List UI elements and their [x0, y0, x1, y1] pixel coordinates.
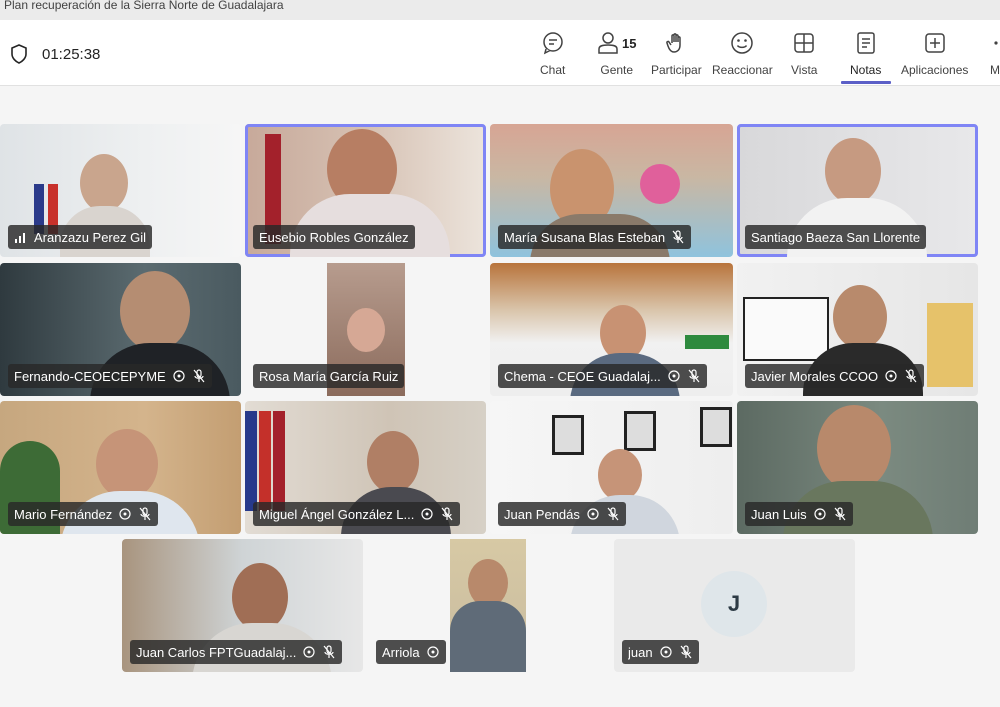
raise-hand-label: Participar [651, 63, 702, 77]
add-apps-icon [924, 33, 945, 53]
hand-icon [666, 33, 682, 53]
more-button[interactable]: M [990, 30, 1000, 77]
participant-name: Miguel Ángel González L... [259, 506, 415, 522]
share-status-icon [659, 646, 672, 658]
participant-name-tag: Aranzazu Perez Gil [8, 225, 152, 249]
smiley-icon [731, 32, 754, 54]
participant-name-tag: Rosa María García Ruiz [253, 364, 405, 388]
participant-name-tag: Javier Morales CCOO [745, 364, 925, 388]
participant-name: Aranzazu Perez Gil [34, 229, 146, 245]
participant-name: Arriola [382, 644, 420, 660]
participant-name-tag: Juan Luis [745, 502, 853, 526]
signal-bars-icon [15, 233, 25, 243]
mic-muted-icon [139, 507, 151, 521]
window-title: Plan recuperación de la Sierra Norte de … [0, 0, 1000, 20]
participant-name-tag: Eusebio Robles González [253, 225, 415, 249]
video-gallery: Aranzazu Perez Gil Eusebio Robles Gonzál… [0, 86, 1000, 707]
participant-name-tag: Juan Carlos FPTGuadalaj... [130, 640, 343, 664]
participant-name-tag: María Susana Blas Esteban [498, 225, 692, 249]
video-tile[interactable]: J juan [614, 539, 855, 672]
mic-muted-icon [193, 369, 205, 383]
participant-name: juan [628, 644, 653, 660]
mic-muted-icon [672, 230, 684, 244]
notes-icon [856, 32, 875, 54]
view-label: Vista [791, 63, 818, 77]
video-tile[interactable]: Fernando-CEOECEPYME [0, 263, 241, 396]
share-status-icon [885, 370, 897, 382]
video-tile[interactable]: Rosa María García Ruiz [245, 263, 486, 396]
share-status-icon [668, 370, 680, 382]
video-tile[interactable]: Mario Fernández [0, 401, 241, 534]
chat-icon [542, 32, 563, 55]
share-status-icon [119, 508, 131, 520]
react-label: Reaccionar [712, 63, 773, 77]
grid-view-icon [794, 33, 814, 53]
share-status-icon [303, 646, 316, 658]
share-status-icon [426, 646, 439, 658]
mic-muted-icon [441, 507, 453, 521]
share-status-icon [173, 370, 185, 382]
apps-label: Aplicaciones [901, 63, 969, 77]
video-tile-speaking[interactable]: Santiago Baeza San Llorente [737, 124, 978, 257]
apps-button[interactable]: Aplicaciones [901, 30, 968, 77]
share-status-icon [814, 508, 826, 520]
participant-name: Javier Morales CCOO [751, 368, 879, 384]
participant-name: Eusebio Robles González [259, 229, 409, 245]
notes-label: Notas [850, 63, 882, 77]
view-button[interactable]: Vista [791, 30, 817, 77]
participant-name-tag: Santiago Baeza San Llorente [745, 225, 927, 249]
raise-hand-button[interactable]: Participar [651, 30, 702, 77]
video-tile[interactable]: Juan Pendás [490, 401, 733, 534]
participant-name: María Susana Blas Esteban [504, 229, 666, 245]
share-status-icon [587, 508, 599, 520]
notes-active-indicator [841, 81, 891, 84]
mic-muted-icon [688, 369, 700, 383]
participant-name-tag: Miguel Ángel González L... [253, 502, 461, 526]
video-tile[interactable]: Arriola [368, 539, 609, 672]
video-tile[interactable]: Miguel Ángel González L... [245, 401, 486, 534]
shield-icon [11, 44, 27, 64]
chat-button[interactable]: Chat [540, 30, 565, 77]
share-status-icon [421, 508, 433, 520]
video-tile[interactable]: Aranzazu Perez Gil [0, 124, 241, 257]
participant-name: Juan Luis [751, 506, 807, 522]
participant-name: Rosa María García Ruiz [259, 368, 399, 384]
people-label: Gente [600, 63, 634, 77]
video-tile-speaking[interactable]: Eusebio Robles González [245, 124, 486, 257]
participant-name: Santiago Baeza San Llorente [751, 229, 921, 245]
video-tile[interactable]: Juan Carlos FPTGuadalaj... [122, 539, 363, 672]
participant-name: Juan Pendás [504, 506, 580, 522]
participant-name: Mario Fernández [14, 506, 113, 522]
video-tile[interactable]: Juan Luis [737, 401, 978, 534]
more-icon [994, 41, 998, 45]
participant-name: Chema - CEOE Guadalaj... [504, 368, 661, 384]
participant-name-tag: Juan Pendás [498, 502, 626, 526]
video-tile[interactable]: Chema - CEOE Guadalaj... [490, 263, 733, 396]
avatar: J [701, 571, 767, 637]
elapsed-time: 01:25:38 [42, 45, 101, 63]
participant-name-tag: Mario Fernández [8, 502, 159, 526]
video-tile[interactable]: Javier Morales CCOO [737, 263, 978, 396]
participant-name-tag: juan [622, 640, 699, 664]
mic-muted-icon [834, 507, 846, 521]
people-button[interactable]: 15 Gente [597, 30, 636, 77]
notes-button[interactable]: Notas [850, 30, 881, 77]
react-button[interactable]: Reaccionar [712, 30, 773, 77]
meeting-timer: 01:25:38 [10, 44, 100, 64]
mic-muted-icon [680, 645, 692, 659]
participant-name-tag: Chema - CEOE Guadalaj... [498, 364, 707, 388]
mic-muted-icon [905, 369, 917, 383]
more-label: M [990, 63, 1000, 77]
mic-muted-icon [607, 507, 619, 521]
participant-name-tag: Arriola [376, 640, 446, 664]
meeting-toolbar: 01:25:38 Chat 15 Gente Participar Reacci… [0, 20, 1000, 86]
participant-name-tag: Fernando-CEOECEPYME [8, 364, 212, 388]
participant-name: Juan Carlos FPTGuadalaj... [136, 644, 297, 660]
participant-name: Fernando-CEOECEPYME [14, 368, 166, 384]
person-icon [598, 32, 618, 54]
video-tile[interactable]: María Susana Blas Esteban [490, 124, 733, 257]
people-count: 15 [622, 35, 637, 51]
chat-label: Chat [540, 63, 566, 77]
mic-muted-icon [323, 645, 335, 659]
